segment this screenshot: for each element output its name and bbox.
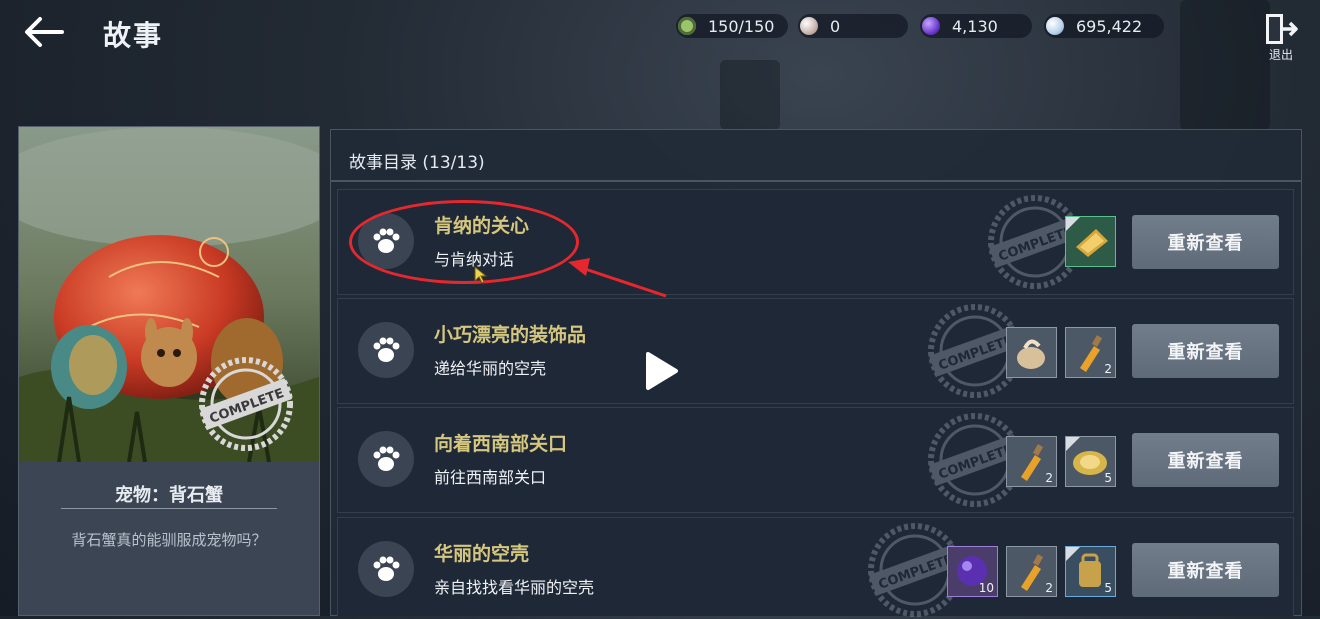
mouse-cursor-icon	[474, 266, 488, 284]
rewatch-button[interactable]: 重新查看	[1132, 543, 1279, 597]
stamina-value: 150/150	[708, 16, 775, 36]
rewatch-button[interactable]: 重新查看	[1132, 433, 1279, 487]
pet-description: 背石蟹真的能驯服成宠物吗？	[71, 531, 267, 549]
annotation-ellipse	[349, 200, 579, 284]
stamina-icon	[678, 17, 696, 35]
reward-item-potion[interactable]: 2	[1065, 327, 1116, 378]
reward-item-golden-plate[interactable]: 5	[1065, 436, 1116, 487]
paw-icon	[373, 556, 400, 581]
complete-stamp-icon: COMPLETE	[199, 357, 293, 451]
annotation-arrow-icon	[568, 258, 667, 298]
back-arrow-icon[interactable]	[22, 14, 66, 50]
item-count: 5	[1104, 471, 1112, 485]
reward-item-potion[interactable]: 2	[1006, 546, 1057, 597]
background-tree	[1180, 0, 1270, 130]
paw-icon-button[interactable]	[358, 431, 414, 487]
equip-corner-icon	[1066, 217, 1080, 231]
paw-icon-button[interactable]	[358, 541, 414, 597]
silver-coin-icon	[1046, 17, 1064, 35]
story-title: 小巧漂亮的装饰品	[434, 324, 587, 346]
pearl-icon	[800, 17, 818, 35]
silver-coin-value: 695,422	[1076, 16, 1143, 36]
paw-icon-button[interactable]	[358, 322, 414, 378]
purple-gem-value: 4,130	[952, 16, 998, 36]
item-count: 2	[1045, 581, 1053, 595]
panel-header: 故事目录 (13/13)	[349, 153, 485, 173]
story-title: 华丽的空壳	[434, 543, 530, 565]
reward-item-purple-orb[interactable]: 10	[947, 546, 998, 597]
paw-icon	[373, 337, 400, 362]
item-count: 5	[1104, 581, 1112, 595]
reward-item-golden-gift[interactable]	[1065, 216, 1116, 267]
rewatch-button[interactable]: 重新查看	[1132, 324, 1279, 378]
page-title: 故事	[103, 19, 164, 52]
item-count: 2	[1104, 362, 1112, 376]
story-row[interactable]: 华丽的空壳 亲自找找看华丽的空壳 COMPLETE 10 2 5 重新查看	[337, 517, 1294, 617]
divider	[331, 180, 1301, 182]
rewatch-button[interactable]: 重新查看	[1132, 215, 1279, 269]
story-title: 向着西南部关口	[434, 433, 568, 455]
purple-gem-icon	[922, 17, 940, 35]
story-row[interactable]: 小巧漂亮的装饰品 递给华丽的空壳 COMPLETE 2 重新查看	[337, 298, 1294, 404]
exit-door-icon	[1266, 14, 1298, 44]
background-tree	[720, 60, 780, 130]
exit-button[interactable]: 退出	[1262, 12, 1300, 62]
pet-illustration: COMPLETE	[19, 127, 319, 462]
story-subtitle: 递给华丽的空壳	[434, 359, 547, 378]
story-subtitle: 前往西南部关口	[434, 468, 547, 487]
shell-ornament-icon	[1017, 339, 1045, 369]
reward-item-shell-ornament[interactable]	[1006, 327, 1057, 378]
equip-corner-icon	[1066, 547, 1080, 561]
reward-item-backpack[interactable]: 5	[1065, 546, 1116, 597]
reward-item-potion[interactable]: 2	[1006, 436, 1057, 487]
resource-stamina: 150/150	[676, 14, 788, 38]
pearl-value: 0	[830, 16, 841, 36]
resource-pearl: 0	[798, 14, 908, 38]
resource-purple-gem: 4,130	[920, 14, 1032, 38]
pet-card: COMPLETE 宠物：背石蟹 背石蟹真的能驯服成宠物吗？	[18, 126, 320, 616]
play-icon[interactable]	[636, 346, 686, 396]
item-count: 10	[978, 581, 994, 595]
pet-name: 宠物：背石蟹	[115, 485, 223, 506]
equip-corner-icon	[1066, 437, 1080, 451]
story-subtitle: 亲自找找看华丽的空壳	[434, 578, 595, 597]
resource-silver-coin: 695,422	[1044, 14, 1164, 38]
item-count: 2	[1045, 471, 1053, 485]
story-row[interactable]: 向着西南部关口 前往西南部关口 COMPLETE 2 5 重新查看	[337, 407, 1294, 513]
divider	[61, 508, 277, 509]
exit-label: 退出	[1268, 48, 1293, 62]
paw-icon	[373, 446, 400, 471]
